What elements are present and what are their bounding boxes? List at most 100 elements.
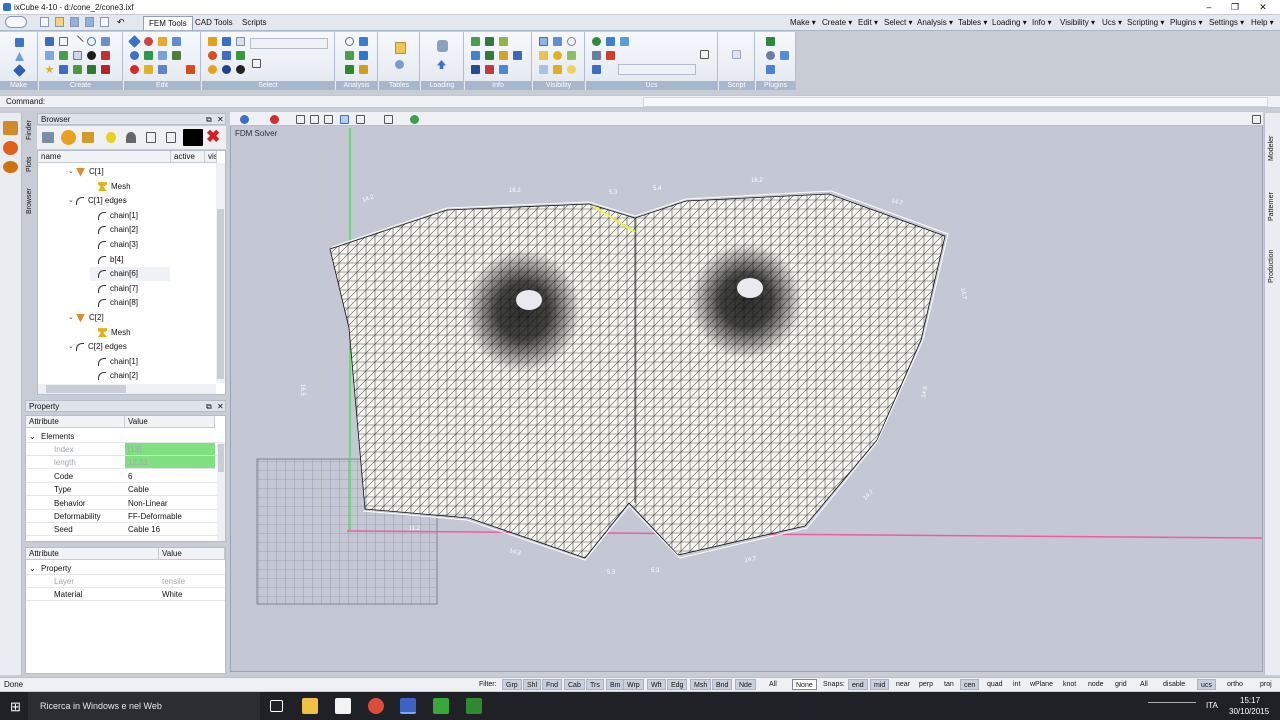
filter-button[interactable]: Cab bbox=[564, 679, 585, 690]
attribute-value[interactable]: Non-Linear bbox=[125, 497, 215, 509]
create-surface-icon[interactable] bbox=[73, 65, 82, 74]
plugins-arrow-icon[interactable] bbox=[766, 37, 775, 46]
filter-button[interactable]: Trs bbox=[586, 679, 604, 690]
filter-button[interactable]: Bnd bbox=[712, 679, 733, 690]
snap-disable-button[interactable]: disable bbox=[1160, 679, 1188, 690]
make-sheet-icon[interactable] bbox=[15, 38, 24, 47]
create-rect-icon[interactable] bbox=[59, 37, 68, 46]
browser-box-icon[interactable] bbox=[166, 132, 176, 143]
filter-button[interactable]: Grp bbox=[502, 679, 522, 690]
tab-cad-tools[interactable]: CAD Tools bbox=[190, 16, 238, 30]
filter-button[interactable]: Nde bbox=[735, 679, 756, 690]
property-row[interactable]: Code 6 bbox=[26, 470, 225, 483]
tree-row[interactable]: b[4] bbox=[90, 253, 123, 267]
info-grid-icon[interactable] bbox=[471, 37, 480, 46]
save-as-icon[interactable] bbox=[85, 17, 94, 27]
select-invert-icon[interactable] bbox=[236, 51, 245, 60]
browser-spheres-icon[interactable] bbox=[61, 130, 76, 145]
browser-list-icon[interactable] bbox=[42, 132, 54, 143]
filter-none-button[interactable]: None bbox=[792, 679, 817, 690]
chevron-down-icon[interactable]: ⌄ bbox=[29, 430, 36, 443]
browser-close-icon[interactable]: ✕ bbox=[217, 114, 224, 125]
chevron-down-icon[interactable]: ⌄ bbox=[68, 311, 76, 325]
snap-button[interactable]: mid bbox=[870, 679, 890, 690]
snap-button[interactable]: int bbox=[1010, 679, 1023, 690]
tree-hscroll-thumb[interactable] bbox=[46, 385, 126, 393]
analysis-chart-icon[interactable] bbox=[359, 51, 368, 60]
analysis-run-icon[interactable] bbox=[345, 65, 354, 74]
create-circle-icon[interactable] bbox=[87, 37, 96, 46]
attribute-value[interactable]: FF-Deformable bbox=[125, 510, 215, 522]
snap-button[interactable]: grid bbox=[1112, 679, 1130, 690]
menu-info[interactable]: Info ▾ bbox=[1032, 17, 1052, 29]
chevron-down-icon[interactable]: ⌄ bbox=[68, 340, 76, 354]
tree-row[interactable]: chain[3] bbox=[90, 238, 138, 252]
tab-scripts[interactable]: Scripts bbox=[237, 16, 271, 30]
select-window-icon[interactable] bbox=[236, 37, 245, 46]
tree-row[interactable]: ⌄ C[2] bbox=[68, 311, 104, 325]
tree-row[interactable]: chain[6] bbox=[90, 267, 170, 282]
browser-pin-icon[interactable] bbox=[126, 132, 136, 143]
tree-row[interactable]: ⌄ C[2] edges bbox=[68, 340, 127, 354]
menu-ucs[interactable]: Ucs ▾ bbox=[1102, 17, 1122, 29]
membrane-mesh[interactable] bbox=[329, 193, 946, 559]
visibility-bulb-icon[interactable] bbox=[567, 65, 576, 74]
windows-start-icon[interactable]: ⊞ bbox=[10, 699, 21, 715]
info-wand-icon[interactable] bbox=[513, 51, 522, 60]
menu-help[interactable]: Help ▾ bbox=[1251, 17, 1274, 29]
select-color-icon[interactable] bbox=[208, 51, 217, 60]
filter-button[interactable]: Bm bbox=[606, 679, 625, 690]
tree-vscroll-thumb[interactable] bbox=[217, 209, 224, 379]
task-view-icon[interactable] bbox=[270, 700, 283, 712]
snap-button[interactable]: end bbox=[848, 679, 868, 690]
view-side-icon[interactable] bbox=[384, 115, 393, 124]
menu-tables[interactable]: Tables ▾ bbox=[958, 17, 987, 29]
tab-browser[interactable]: Browser bbox=[26, 188, 33, 214]
command-input[interactable] bbox=[643, 97, 1268, 107]
edit-rotate-icon[interactable] bbox=[130, 51, 139, 60]
property-row[interactable]: Index [13] bbox=[26, 443, 225, 456]
browser-tree-icon[interactable] bbox=[82, 132, 94, 143]
save-icon[interactable] bbox=[70, 17, 79, 27]
browser-lock-icon[interactable] bbox=[146, 132, 156, 143]
edit-fill-icon[interactable] bbox=[186, 65, 195, 74]
visibility-hide-icon[interactable] bbox=[553, 37, 562, 46]
tab-production[interactable]: Production bbox=[1268, 250, 1275, 283]
info-tree-icon[interactable] bbox=[471, 51, 480, 60]
tree-row[interactable]: Mesh bbox=[90, 180, 131, 194]
mesh-canvas[interactable]: 14.2 16.2 5.3 5.4 16.2 14.7 14.7 14.6 14.7 14.7 5.… bbox=[231, 128, 1262, 672]
select-save-icon[interactable] bbox=[252, 59, 261, 68]
filter-button[interactable]: Fnd bbox=[542, 679, 563, 690]
info-table-icon[interactable] bbox=[499, 37, 508, 46]
visibility-light-icon[interactable] bbox=[553, 51, 562, 60]
select-node-icon[interactable] bbox=[236, 65, 245, 74]
disc-icon[interactable] bbox=[3, 161, 18, 173]
filter-button[interactable]: Wrp bbox=[623, 679, 644, 690]
clock-time[interactable]: 15:17 bbox=[1240, 696, 1260, 705]
chevron-down-icon[interactable]: ⌄ bbox=[68, 194, 76, 208]
tree-row[interactable]: chain[2] bbox=[90, 223, 138, 237]
property-row[interactable]: length 12.01 bbox=[26, 456, 225, 470]
plugins-gear-icon[interactable] bbox=[766, 51, 775, 60]
property-pin-icon[interactable]: ⧉ bbox=[206, 401, 212, 412]
menu-analysis[interactable]: Analysis ▾ bbox=[917, 17, 953, 29]
property-row[interactable]: Seed Cable 16 bbox=[26, 523, 225, 537]
info-mesh-icon[interactable] bbox=[499, 65, 508, 74]
info-node-icon[interactable] bbox=[485, 51, 494, 60]
info-x-icon[interactable] bbox=[485, 37, 494, 46]
snap-button[interactable]: cen bbox=[960, 679, 980, 690]
menu-plugins[interactable]: Plugins ▾ bbox=[1170, 17, 1202, 29]
edit-join-icon[interactable] bbox=[172, 51, 181, 60]
chevron-down-icon[interactable]: ⌄ bbox=[29, 562, 36, 575]
browser-color-swatch[interactable] bbox=[183, 129, 203, 146]
create-extrude-icon[interactable] bbox=[101, 65, 110, 74]
attribute-value[interactable]: [13] bbox=[125, 443, 215, 455]
store-icon[interactable] bbox=[335, 698, 351, 714]
property-row[interactable]: Deformability FF-Deformable bbox=[26, 510, 225, 523]
minimize-button[interactable]: – bbox=[1196, 0, 1222, 14]
tab-fem-tools[interactable]: FEM Tools bbox=[143, 16, 193, 30]
loading-arrow-icon[interactable] bbox=[437, 60, 446, 69]
attribute-value[interactable]: Cable 16 bbox=[125, 523, 215, 535]
tray-icons[interactable] bbox=[1148, 702, 1196, 710]
filter-all-button[interactable]: All bbox=[766, 679, 780, 690]
